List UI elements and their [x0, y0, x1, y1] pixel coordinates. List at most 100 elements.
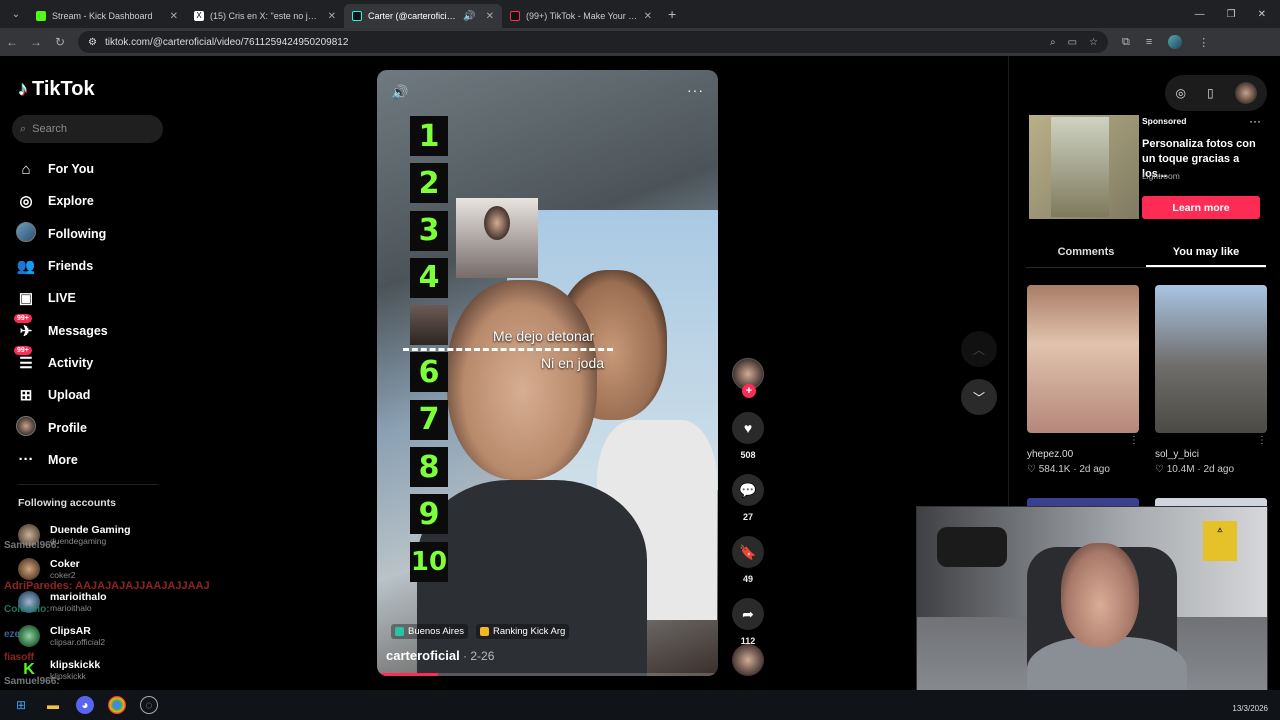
card-username[interactable]: yhepez.00: [1027, 449, 1139, 460]
device-icon[interactable]: ▯: [1207, 86, 1214, 100]
follow-plus-icon[interactable]: +: [742, 384, 756, 398]
video-author[interactable]: carteroficial · 2-26: [386, 648, 494, 663]
discord-icon[interactable]: ◕: [76, 696, 94, 714]
card-more-icon[interactable]: ⋮: [1155, 435, 1267, 446]
user-avatar[interactable]: [1234, 82, 1257, 104]
close-tab-icon[interactable]: ✕: [328, 11, 336, 22]
sidebar-item-messages[interactable]: ✈ 99+ Messages: [14, 313, 166, 346]
taskbar-clock[interactable]: 13/3/2026: [1232, 694, 1268, 714]
cast-icon[interactable]: ▭: [1068, 37, 1077, 48]
video-more-icon[interactable]: ···: [687, 82, 704, 98]
video-player[interactable]: 🔊 ··· 1 2 3 4 6 7 8 9 10 Me dejo detonar…: [377, 70, 718, 676]
card-username[interactable]: sol_y_bici: [1155, 449, 1267, 460]
heart-outline-icon: ♡: [1027, 464, 1039, 475]
ranking-icon: [479, 627, 489, 636]
tiktok-favicon-icon: [352, 11, 362, 21]
profile-icon: [16, 415, 36, 440]
minimize-icon[interactable]: —: [1195, 9, 1205, 20]
close-window-icon[interactable]: ✕: [1258, 9, 1266, 20]
ad-more-icon[interactable]: ···: [1249, 114, 1261, 128]
sidebar-item-upload[interactable]: ⊞ Upload: [16, 379, 166, 411]
tag-label: Buenos Aires: [408, 626, 464, 637]
sidebar-item-profile[interactable]: Profile: [16, 411, 166, 443]
close-tab-icon[interactable]: ✕: [486, 11, 494, 22]
obs-icon[interactable]: ◌: [140, 696, 158, 714]
comment-icon[interactable]: 💬: [732, 474, 764, 506]
next-video-button[interactable]: ﹀: [961, 379, 997, 415]
video-caption-top: Me dejo detonar: [493, 328, 595, 344]
browser-tab-tiktok-home[interactable]: (99+) TikTok - Make Your Day ✕: [502, 4, 660, 28]
author-name: carteroficial: [386, 648, 460, 663]
nav-label: LIVE: [48, 291, 76, 306]
sidebar-item-more[interactable]: ··· More: [16, 444, 166, 476]
tab-you-may-like[interactable]: You may like: [1146, 242, 1266, 267]
restore-icon[interactable]: ❐: [1227, 9, 1236, 20]
sidebar-item-following[interactable]: Following: [16, 218, 166, 250]
learn-more-button[interactable]: Learn more: [1142, 196, 1260, 219]
account-item[interactable]: ClipsAR clipsar.official2: [18, 619, 168, 653]
sound-avatar[interactable]: [732, 644, 764, 676]
nav-label: For You: [48, 162, 95, 177]
location-tag[interactable]: Buenos Aires: [391, 624, 468, 639]
ad-thumbnail[interactable]: [1029, 115, 1139, 219]
volume-icon[interactable]: 🔊: [391, 84, 408, 101]
windows-start-icon[interactable]: ⊞: [12, 696, 30, 714]
site-info-icon[interactable]: ⚙: [88, 37, 97, 48]
card-age: 2d ago: [1079, 464, 1110, 475]
search-box[interactable]: ⌕: [12, 115, 163, 143]
tab-comments[interactable]: Comments: [1026, 242, 1146, 267]
reload-icon[interactable]: ↻: [48, 35, 72, 49]
extensions-icon[interactable]: ⧉: [1122, 36, 1130, 49]
browser-tab-kick[interactable]: Stream - Kick Dashboard ✕: [28, 4, 186, 28]
forward-icon[interactable]: →: [24, 35, 48, 49]
like-action[interactable]: ♥ 508: [732, 412, 764, 460]
share-icon[interactable]: ➦: [732, 598, 764, 630]
previous-video-button[interactable]: ︿: [961, 331, 997, 367]
bookmark-star-icon[interactable]: ☆: [1089, 37, 1098, 48]
file-explorer-icon[interactable]: ▬: [44, 696, 62, 714]
rank-number: 8: [410, 447, 448, 488]
sidebar-item-for-you[interactable]: ⌂ For You: [16, 153, 166, 185]
suggested-video-card[interactable]: ⋮ yhepez.00 ♡ 584.1K · 2d ago: [1027, 285, 1139, 475]
video-progress-bar[interactable]: [377, 673, 718, 676]
account-name: Coker: [50, 557, 80, 570]
share-action[interactable]: ➦ 112: [732, 598, 764, 646]
chrome-icon[interactable]: [108, 696, 126, 714]
audio-icon[interactable]: 🔊: [463, 11, 475, 22]
account-name: klipskickk: [50, 658, 101, 671]
location-icon: [395, 627, 404, 636]
search-input[interactable]: [32, 123, 143, 135]
rank-number: 3: [410, 210, 448, 251]
url-bar[interactable]: ⚙ tiktok.com/@carteroficial/video/761125…: [78, 31, 1108, 53]
video-thumbnail[interactable]: [1155, 285, 1267, 433]
save-count: 49: [742, 574, 753, 584]
zoom-icon[interactable]: ⌕: [1050, 37, 1056, 48]
close-tab-icon[interactable]: ✕: [644, 11, 652, 22]
tab-search-icon[interactable]: ⌄: [4, 4, 28, 24]
ranking-tag[interactable]: Ranking Kick Arg: [475, 624, 570, 639]
card-more-icon[interactable]: ⋮: [1027, 435, 1139, 446]
save-action[interactable]: 🔖 49: [732, 536, 764, 584]
close-tab-icon[interactable]: ✕: [170, 11, 178, 22]
bookmark-icon[interactable]: 🔖: [732, 536, 764, 568]
comment-action[interactable]: 💬 27: [732, 474, 764, 522]
tab-title: (99+) TikTok - Make Your Day: [526, 11, 638, 21]
sidebar-item-friends[interactable]: 👥 Friends: [16, 250, 166, 282]
new-tab-button[interactable]: +: [668, 6, 676, 22]
suggested-video-card[interactable]: ⋮ sol_y_bici ♡ 10.4M · 2d ago: [1155, 285, 1267, 475]
home-icon: ⌂: [21, 160, 31, 178]
tiktok-logo[interactable]: ♪ TikTok: [18, 78, 95, 101]
browser-profile-avatar[interactable]: [1168, 35, 1183, 49]
sidebar-item-explore[interactable]: ◎ Explore: [16, 185, 166, 217]
video-thumbnail[interactable]: [1027, 285, 1139, 433]
browser-menu-icon[interactable]: ⋮: [1198, 36, 1209, 49]
heart-icon[interactable]: ♥: [732, 412, 764, 444]
browser-tab-x[interactable]: X (15) Cris en X: "este no jode ma ✕: [186, 4, 344, 28]
sidebar-item-activity[interactable]: ☰ 99+ Activity: [14, 345, 166, 379]
explore-compass-icon[interactable]: ◎: [1175, 86, 1185, 100]
creator-avatar[interactable]: +: [732, 358, 764, 398]
media-icon[interactable]: ≡: [1146, 36, 1152, 48]
back-icon[interactable]: ←: [0, 35, 24, 49]
browser-tab-tiktok-video[interactable]: Carter (@carteroficial)'s vid 🔊 ✕: [344, 4, 502, 28]
sidebar-item-live[interactable]: ▣ LIVE: [16, 282, 166, 314]
